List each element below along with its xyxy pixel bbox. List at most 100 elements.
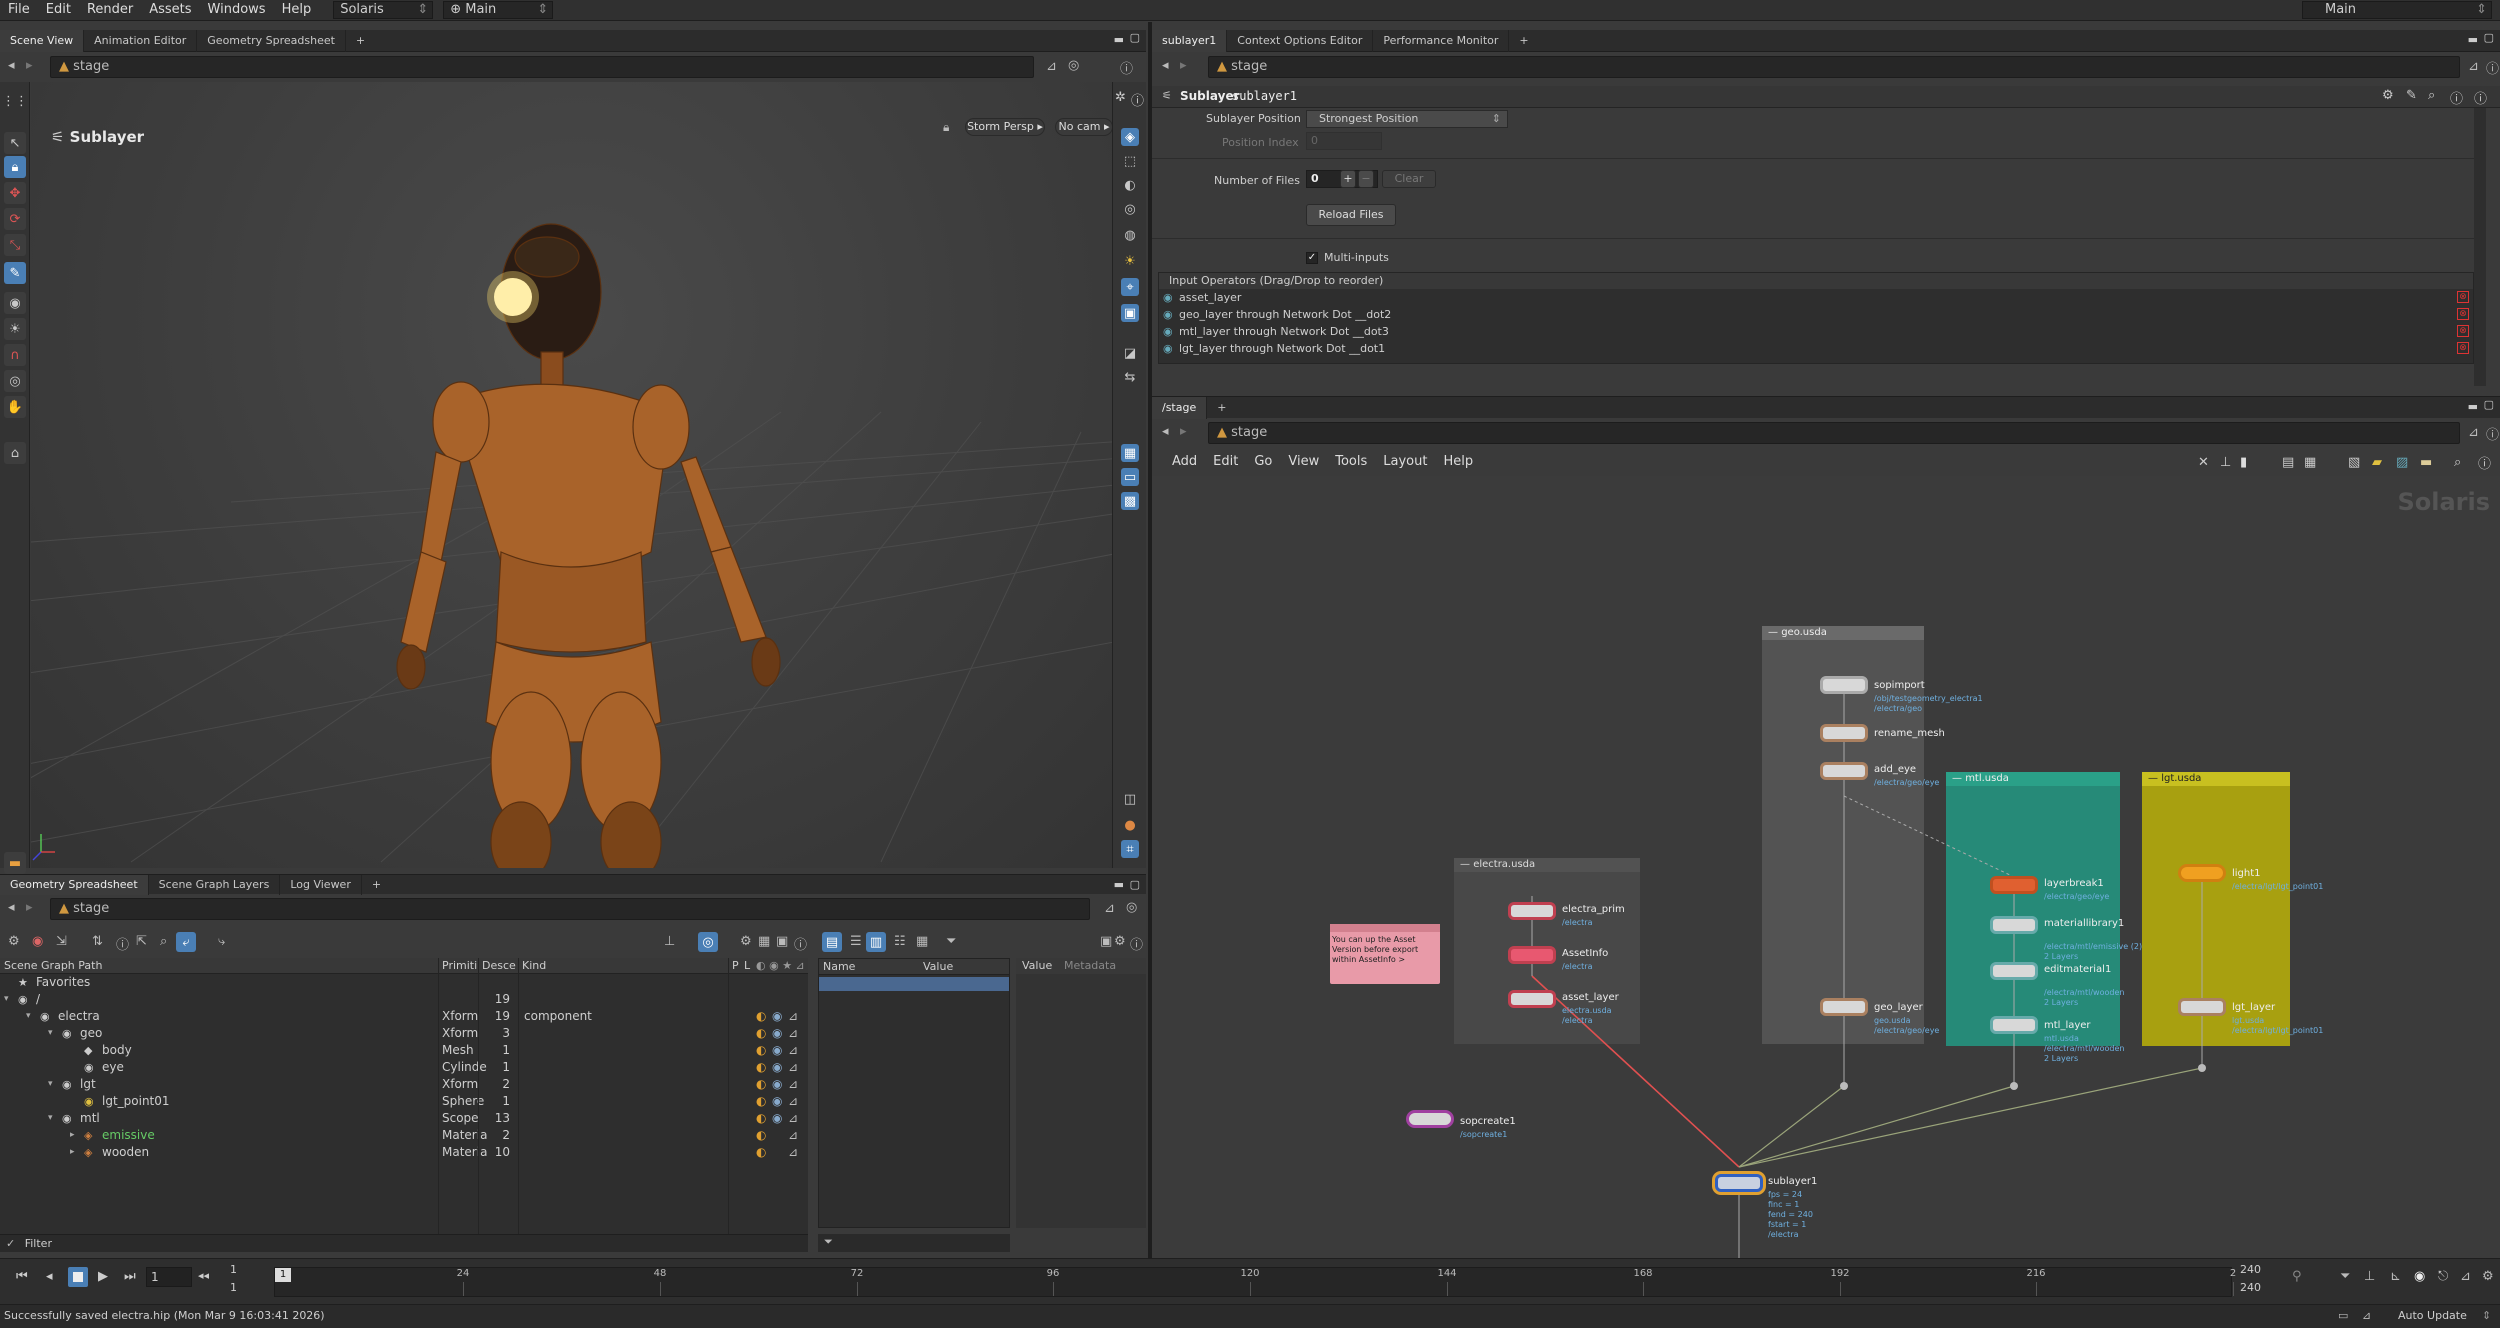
back-icon[interactable]: ◂ xyxy=(1162,424,1169,439)
props-gear-icon[interactable]: ⚙ xyxy=(1114,934,1126,949)
add-tab-icon[interactable]: + xyxy=(1509,30,1538,52)
value-col[interactable]: Value xyxy=(1022,958,1052,974)
node-sopcreate1[interactable] xyxy=(1406,1110,1454,1128)
back-icon[interactable]: ◂ xyxy=(1162,58,1169,73)
wire-icon[interactable]: ⬚ xyxy=(1121,152,1139,170)
info-icon[interactable]: ⓘ xyxy=(2450,88,2463,107)
tab-stage[interactable]: /stage xyxy=(1152,397,1208,419)
flip-icon[interactable]: ⇆ xyxy=(1121,368,1139,386)
safe-area-icon[interactable]: ▭ xyxy=(1121,468,1139,486)
back-icon[interactable]: ◂ xyxy=(8,900,15,915)
flag-icon[interactable]: ▰ xyxy=(2372,455,2382,470)
pin-icon[interactable]: ⊿ xyxy=(2468,59,2479,74)
maximize-icon[interactable]: ▢ xyxy=(1130,31,1140,44)
pane-menu-icon[interactable]: ▬ xyxy=(2468,400,2478,413)
list-item[interactable]: ◉ asset_layer ⊗ xyxy=(1159,289,2473,306)
selectable-icon[interactable]: ⊿ xyxy=(788,1008,798,1025)
tab-log-viewer[interactable]: Log Viewer xyxy=(280,875,362,895)
collapse-icon[interactable]: ⇲ xyxy=(56,934,67,949)
help-icon[interactable]: ⓘ xyxy=(1120,58,1133,77)
expand-arrow-icon[interactable]: ▾ xyxy=(48,1076,53,1093)
layout-icon[interactable]: ⊥ xyxy=(664,934,675,949)
sublayer-position-menu[interactable]: Strongest Position ⇕ xyxy=(1306,110,1508,128)
maximize-icon[interactable]: ▢ xyxy=(2484,31,2494,44)
camera-tool-icon[interactable]: ◉ xyxy=(4,292,26,314)
back-icon[interactable]: ◂ xyxy=(8,58,15,73)
tab-context-options[interactable]: Context Options Editor xyxy=(1227,30,1374,52)
node-editmaterial1[interactable] xyxy=(1990,962,2038,980)
net-menu-layout[interactable]: Layout xyxy=(1375,452,1435,472)
expand-arrow-icon[interactable]: ▸ xyxy=(70,1144,75,1161)
help-icon[interactable]: ⓘ xyxy=(2474,88,2487,107)
expand-arrow-icon[interactable]: ▾ xyxy=(48,1110,53,1127)
help-icon[interactable]: ⓘ xyxy=(2486,58,2499,77)
nocam-menu[interactable]: No cam ▸ xyxy=(1055,118,1113,136)
menu-render[interactable]: Render xyxy=(79,0,141,20)
cook-icon[interactable]: ▭ xyxy=(2338,1305,2348,1327)
selectable-icon[interactable]: ⊿ xyxy=(788,1127,798,1144)
tab-performance-monitor[interactable]: Performance Monitor xyxy=(1373,30,1510,52)
tree-icon[interactable]: ⊥ xyxy=(2220,455,2231,470)
active-icon[interactable]: ◉ xyxy=(772,1008,782,1025)
active-icon[interactable]: ◉ xyxy=(772,1093,782,1110)
net-menu-add[interactable]: Add xyxy=(1152,452,1205,472)
gear-icon[interactable]: ⚙ xyxy=(740,934,752,949)
col-descendants[interactable]: Desce xyxy=(482,958,516,974)
visibility-icon[interactable]: ◐ xyxy=(756,1144,766,1161)
gear-icon[interactable]: ⚙ xyxy=(2382,88,2394,103)
viewport-help-icon[interactable]: ⓘ xyxy=(1131,90,1144,109)
wrench-icon[interactable]: ✕ xyxy=(2198,455,2209,470)
edit-icon[interactable]: ✎ xyxy=(2406,88,2417,103)
jump-start-icon[interactable]: ⏮ xyxy=(16,1269,28,1284)
props-help-icon[interactable]: ⓘ xyxy=(1130,934,1143,953)
props-camera-icon[interactable]: ▣ xyxy=(1100,934,1112,949)
image-icon[interactable]: ▨ xyxy=(2396,455,2408,470)
timeline-track[interactable]: 1 24 48 72 96 120 144 168 192 216 2 xyxy=(274,1267,2236,1297)
visibility-icon[interactable]: ◐ xyxy=(756,1110,766,1127)
select-tool-icon[interactable]: ↖ xyxy=(4,132,26,154)
desktop-selector[interactable]: Solaris ⇕ xyxy=(333,1,434,19)
tab-animation-editor[interactable]: Animation Editor xyxy=(84,30,198,52)
camera-icon[interactable]: ▣ xyxy=(776,934,788,949)
add-tab-icon[interactable]: + xyxy=(362,875,391,895)
table-row[interactable]: ▾ ◉ mtl Scope 13 ◐ ◉ ⊿ xyxy=(0,1110,808,1127)
settings-icon[interactable]: ⚙ xyxy=(2482,1269,2494,1284)
props-selected-row[interactable] xyxy=(819,977,1009,991)
net-menu-view[interactable]: View xyxy=(1280,452,1327,472)
pin-icon[interactable]: ⊿ xyxy=(1046,59,1057,74)
brush-tool-icon[interactable]: ⌂ xyxy=(4,442,26,464)
menu-assets[interactable]: Assets xyxy=(141,0,199,20)
table-row[interactable]: ▾ ◉ electra Xform 19 component ◐ ◉ ⊿ xyxy=(0,1008,808,1025)
vis-icon[interactable]: ◐ xyxy=(1121,176,1139,194)
remove-input-icon[interactable]: ⊗ xyxy=(2457,325,2469,337)
pick-icon[interactable]: ⤶ xyxy=(176,932,196,952)
note-icon[interactable]: ▮ xyxy=(2240,455,2247,470)
node-rename-mesh[interactable] xyxy=(1820,724,1868,742)
node-materiallibrary1[interactable] xyxy=(1990,916,2038,934)
context-selector[interactable]: ⊕ Main ⇕ xyxy=(443,1,554,19)
node-layerbreak1[interactable] xyxy=(1990,876,2038,894)
node-name-field[interactable]: sublayer1 xyxy=(1232,89,1297,103)
network-canvas[interactable]: Solaris — electra.usda — geo.usda — mtl.… xyxy=(1152,476,2500,1258)
node-sopimport[interactable] xyxy=(1820,676,1868,694)
range-start-2[interactable]: 1 xyxy=(230,1281,237,1294)
multi-inputs-checkbox[interactable]: ✓ xyxy=(1306,252,1318,264)
visibility-icon[interactable]: ◐ xyxy=(756,1093,766,1110)
col-path[interactable]: Scene Graph Path xyxy=(4,958,102,974)
audio-icon[interactable]: ⊿ xyxy=(2460,1269,2471,1284)
visibility-icon[interactable]: ◐ xyxy=(756,1059,766,1076)
selectable-icon[interactable]: ⊿ xyxy=(788,1144,798,1161)
props-view-2-icon[interactable]: ☰ xyxy=(850,934,862,949)
col-prim-type[interactable]: Primiti xyxy=(442,958,477,974)
range-end-top[interactable]: 240 xyxy=(2240,1263,2261,1276)
list-item[interactable]: ◉ mtl_layer through Network Dot __dot3 ⊗ xyxy=(1159,323,2473,340)
table-row[interactable]: ▾ ◉ / 19 xyxy=(0,991,808,1008)
expand-icon[interactable]: ⇱ xyxy=(136,934,147,949)
key-icon[interactable]: ⚲ xyxy=(2292,1269,2302,1284)
grid-dots-icon[interactable]: ⋮⋮ xyxy=(2,90,28,112)
loop-icon[interactable]: ◉ xyxy=(2414,1269,2425,1284)
peek-tool-icon[interactable]: ▬ xyxy=(4,852,26,874)
grid-view-icon[interactable]: ▦ xyxy=(2304,455,2316,470)
frame-marker[interactable]: 1 xyxy=(275,1268,291,1282)
search-icon[interactable]: ⌕ xyxy=(160,934,167,949)
